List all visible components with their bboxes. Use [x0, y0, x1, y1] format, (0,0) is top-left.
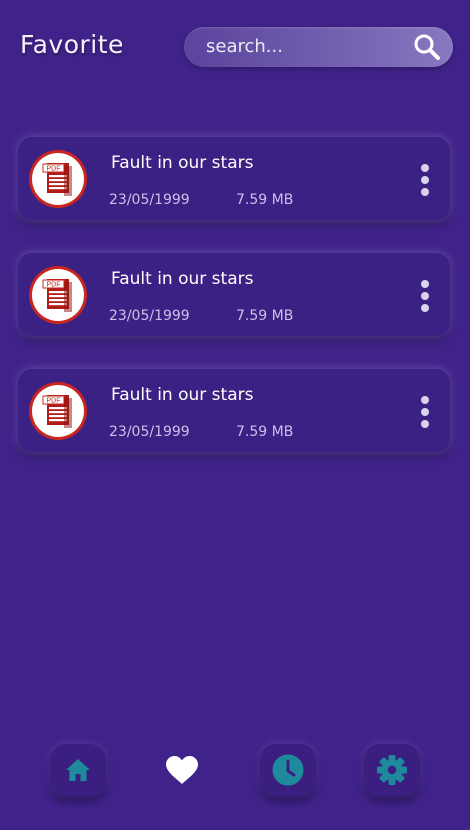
home-icon	[66, 759, 90, 781]
clock-icon	[272, 754, 304, 786]
file-card[interactable]: PDF Fault in our stars 23/05/1999 7.59 M…	[18, 253, 450, 336]
file-name: Fault in our stars	[111, 153, 254, 173]
heart-icon	[166, 756, 198, 784]
pdf-icon: PDF	[29, 266, 87, 324]
page-title: Favorite	[20, 30, 124, 59]
nav-history-button[interactable]	[260, 744, 316, 796]
more-options-icon[interactable]	[420, 396, 430, 428]
more-options-icon[interactable]	[420, 164, 430, 196]
svg-text:PDF: PDF	[47, 398, 61, 405]
file-name: Fault in our stars	[111, 385, 254, 405]
svg-text:PDF: PDF	[47, 166, 61, 173]
file-size: 7.59 MB	[236, 308, 294, 324]
nav-favorite-button[interactable]	[154, 744, 210, 796]
file-size: 7.59 MB	[236, 192, 294, 208]
pdf-icon: PDF	[29, 382, 87, 440]
file-name: Fault in our stars	[111, 269, 254, 289]
file-date: 23/05/1999	[109, 424, 190, 440]
nav-home-button[interactable]	[50, 744, 106, 796]
file-size: 7.59 MB	[236, 424, 294, 440]
gear-icon	[377, 755, 407, 785]
more-options-icon[interactable]	[420, 280, 430, 312]
file-date: 23/05/1999	[109, 192, 190, 208]
search-icon[interactable]	[412, 32, 442, 62]
search-input[interactable]: search...	[206, 36, 283, 57]
file-card[interactable]: PDF Fault in our stars 23/05/1999 7.59 M…	[18, 137, 450, 220]
svg-text:PDF: PDF	[47, 282, 61, 289]
pdf-icon: PDF	[29, 150, 87, 208]
nav-settings-button[interactable]	[364, 744, 420, 796]
search-bar[interactable]: search...	[184, 27, 453, 67]
file-card[interactable]: PDF Fault in our stars 23/05/1999 7.59 M…	[18, 369, 450, 452]
file-date: 23/05/1999	[109, 308, 190, 324]
